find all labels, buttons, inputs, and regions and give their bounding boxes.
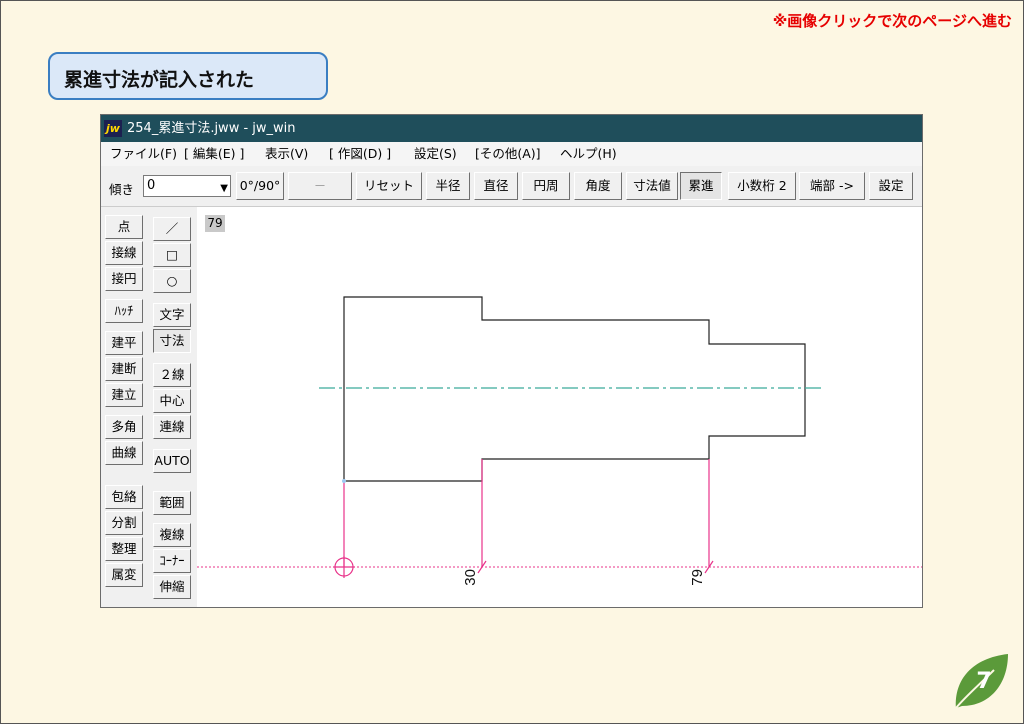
window-title: 254_累進寸法.jww - jw_win	[127, 121, 296, 136]
tool-circle[interactable]: ○	[153, 269, 191, 293]
tool-polygon[interactable]: 多角形	[105, 415, 143, 439]
chevron-down-icon[interactable]: ▼	[220, 179, 228, 199]
tool-offset[interactable]: 複線	[153, 523, 191, 547]
tilt-label: 傾き	[109, 182, 135, 197]
shaft-outline	[343, 296, 806, 482]
tilt-combo[interactable]: 0 ▼	[143, 175, 231, 197]
circumference-button[interactable]: 円周	[522, 172, 570, 200]
tool-arch-section[interactable]: 建断	[105, 357, 143, 381]
decimal-digits-button[interactable]: 小数桁 2	[728, 172, 796, 200]
dim-label-79: 79	[689, 569, 706, 586]
menu-view[interactable]: 表示(V)	[265, 142, 308, 166]
end-mark-button[interactable]: 端部 ->	[799, 172, 865, 200]
menu-help[interactable]: ヘルプ(H)	[560, 142, 617, 166]
drawing-svg: 30 79	[197, 296, 922, 586]
jw-window: jw 254_累進寸法.jww - jw_win ファイル(F) [ 編集(E)…	[100, 114, 923, 608]
diameter-button[interactable]: 直径	[474, 172, 518, 200]
tool-tangent-circle[interactable]: 接円	[105, 267, 143, 291]
reset-button[interactable]: リセット	[356, 172, 422, 200]
origin-dot	[342, 479, 346, 483]
step-title: 累進寸法が記入された	[48, 52, 328, 100]
menu-draw[interactable]: [ 作図(D) ]	[329, 142, 391, 166]
minus-button[interactable]: －	[288, 172, 352, 200]
cumulative-button[interactable]: 累進	[680, 172, 722, 200]
radius-button[interactable]: 半径	[426, 172, 470, 200]
menu-bar: ファイル(F) [ 編集(E) ] 表示(V) [ 作図(D) ] 設定(S) …	[101, 142, 922, 166]
next-page-notice[interactable]: ※画像クリックで次のページへ進む	[773, 10, 1012, 31]
tool-divide[interactable]: 分割	[105, 511, 143, 535]
tool-auto[interactable]: AUTO	[153, 449, 191, 473]
tool-palette: 点 接線 接円 ﾊｯﾁ 建平 建断 建立 多角形 曲線 包絡 分割 整理 属変 …	[101, 207, 197, 607]
title-bar: jw 254_累進寸法.jww - jw_win	[101, 115, 922, 142]
tool-corner[interactable]: ｺｰﾅｰ	[153, 549, 191, 573]
tool-curve[interactable]: 曲線	[105, 441, 143, 465]
dim-label-30: 30	[462, 569, 479, 586]
settings-button[interactable]: 設定	[869, 172, 913, 200]
tool-text[interactable]: 文字	[153, 303, 191, 327]
tool-line[interactable]: ／	[153, 217, 191, 241]
tool-organize[interactable]: 整理	[105, 537, 143, 561]
tool-center-line[interactable]: 中心線	[153, 389, 191, 413]
tool-hatch[interactable]: ﾊｯﾁ	[105, 299, 143, 323]
tool-dimension[interactable]: 寸法	[153, 329, 191, 353]
menu-edit[interactable]: [ 編集(E) ]	[184, 142, 244, 166]
menu-settings[interactable]: 設定(S)	[414, 142, 457, 166]
app-logo-icon: jw	[104, 120, 122, 137]
tool-arch-plan[interactable]: 建平	[105, 331, 143, 355]
tool-range[interactable]: 範囲	[153, 491, 191, 515]
menu-file[interactable]: ファイル(F)	[110, 142, 177, 166]
tool-point[interactable]: 点	[105, 215, 143, 239]
tilt-value: 0	[147, 178, 156, 193]
page-number: 7	[976, 669, 991, 694]
tool-tangent[interactable]: 接線	[105, 241, 143, 265]
dim-value-button[interactable]: 寸法値	[626, 172, 678, 200]
tool-attr-change[interactable]: 属変	[105, 563, 143, 587]
angle-button[interactable]: 角度	[574, 172, 622, 200]
tool-rectangle[interactable]: □	[153, 243, 191, 267]
page-number-leaf-icon[interactable]: 7	[950, 650, 1012, 712]
tool-stretch[interactable]: 伸縮	[153, 575, 191, 599]
tool-double-line[interactable]: ２線	[153, 363, 191, 387]
drawing-canvas[interactable]: 79 30 79	[197, 207, 922, 607]
angle-0-90-button[interactable]: 0°/90°	[236, 172, 284, 200]
tool-connect-line[interactable]: 連線	[153, 415, 191, 439]
tool-arch-elevation[interactable]: 建立	[105, 383, 143, 407]
tool-envelope[interactable]: 包絡	[105, 485, 143, 509]
dimension-toolbar: 傾き 0 ▼ 0°/90° － リセット 半径 直径 円周 角度 寸法値 累進 …	[101, 166, 922, 207]
menu-other[interactable]: [その他(A)]	[475, 142, 541, 166]
